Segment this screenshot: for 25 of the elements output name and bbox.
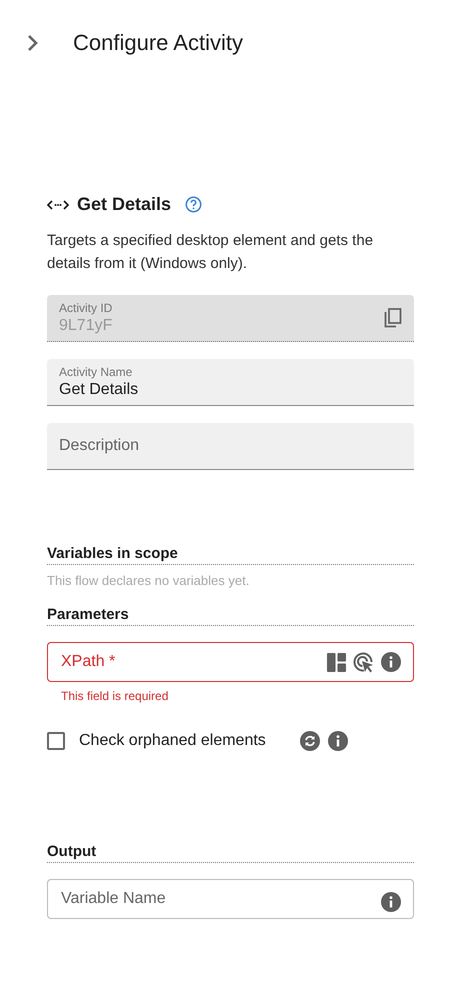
target-cursor-icon[interactable] xyxy=(353,652,374,672)
activity-description: Targets a specified desktop element and gets the details from it (Windows only). xyxy=(47,231,374,274)
checkbox[interactable] xyxy=(47,732,65,750)
copy-icon[interactable] xyxy=(384,308,402,328)
info-icon[interactable] xyxy=(381,892,401,912)
refresh-icon[interactable] xyxy=(300,731,320,751)
checkbox-label[interactable]: Check orphaned elements xyxy=(79,732,266,750)
info-icon[interactable] xyxy=(381,652,401,672)
code-arrows-icon xyxy=(47,200,69,210)
error-message: This field is required xyxy=(61,689,170,703)
xpath-field[interactable]: XPath * xyxy=(47,642,414,682)
panel-title: Configure Activity xyxy=(73,30,243,56)
text-field[interactable]: Description xyxy=(47,423,414,470)
expand-chevron-icon[interactable] xyxy=(27,34,39,52)
info-icon[interactable] xyxy=(328,731,348,751)
layout-icon[interactable] xyxy=(327,652,346,672)
activity-id-field: Activity ID 9L71yF xyxy=(47,295,414,342)
section-heading: Output xyxy=(47,843,414,863)
text-field[interactable]: Activity Name Get Details xyxy=(47,359,414,406)
activity-name: Get Details xyxy=(77,194,172,215)
section-heading: Variables in scope xyxy=(47,545,414,565)
variable-name-field[interactable]: Variable Name xyxy=(47,879,414,919)
section-heading: Parameters xyxy=(47,606,414,626)
help-icon[interactable] xyxy=(185,196,202,213)
empty-variables-text: This flow declares no variables yet. xyxy=(47,573,250,588)
